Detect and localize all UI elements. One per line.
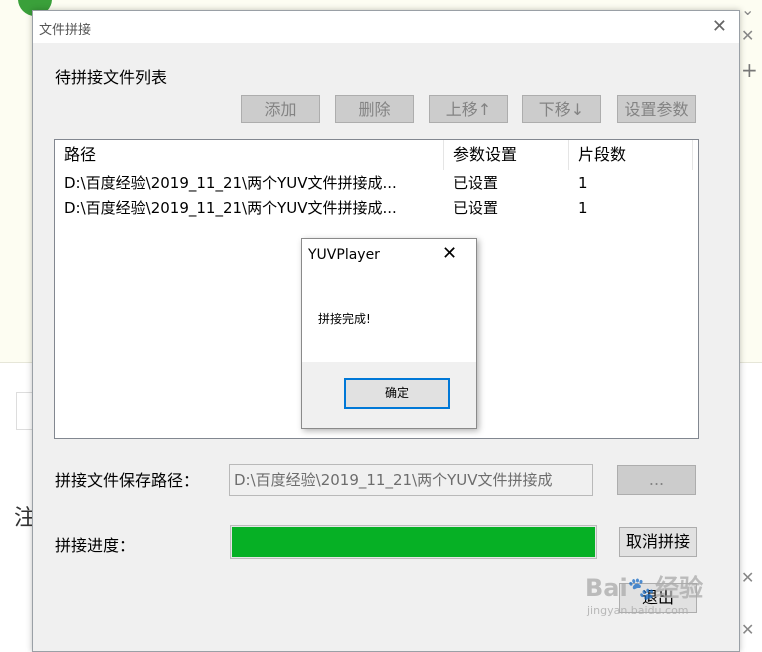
param-cell: 已设置 xyxy=(453,174,499,192)
completion-message-box: YUVPlayer ✕ 拼接完成! 确定 xyxy=(301,238,477,429)
close-icon[interactable]: ✕ xyxy=(442,243,457,264)
progress-bar-fill xyxy=(232,527,595,557)
join-progress-bar xyxy=(230,525,597,559)
table-row[interactable]: D:\百度经验\2019_11_21\两个YUV文件拼接成... 已设置 1 xyxy=(55,171,698,196)
path-cell: D:\百度经验\2019_11_21\两个YUV文件拼接成... xyxy=(64,174,397,192)
chevron-down-icon[interactable]: ⌄ xyxy=(741,0,754,19)
segments-cell: 1 xyxy=(578,174,588,192)
close-icon[interactable]: ✕ xyxy=(741,620,754,639)
close-icon[interactable]: ✕ xyxy=(741,568,754,587)
baidu-watermark-logo: Bai🐾经验 xyxy=(585,568,703,603)
table-row[interactable]: D:\百度经验\2019_11_21\两个YUV文件拼接成... 已设置 1 xyxy=(55,196,698,221)
column-header-path[interactable]: 路径 xyxy=(55,140,444,170)
message-box-title: YUVPlayer xyxy=(308,247,380,263)
message-box-footer: 确定 xyxy=(302,362,476,428)
path-cell: D:\百度经验\2019_11_21\两个YUV文件拼接成... xyxy=(64,199,397,217)
save-path-field[interactable]: D:\百度经验\2019_11_21\两个YUV文件拼接成 xyxy=(229,464,593,496)
dialog-titlebar: 文件拼接 ✕ xyxy=(33,11,739,43)
ok-button[interactable]: 确定 xyxy=(344,378,450,409)
plus-icon[interactable]: + xyxy=(741,58,758,82)
watermark-text: Bai xyxy=(585,574,628,602)
column-header-segments[interactable]: 片段数 xyxy=(569,140,693,170)
cancel-join-button[interactable]: 取消拼接 xyxy=(619,527,697,557)
table-header: 路径 参数设置 片段数 xyxy=(55,140,698,170)
message-text: 拼接完成! xyxy=(318,312,371,326)
save-path-label: 拼接文件保存路径： xyxy=(55,471,200,490)
move-down-button[interactable]: 下移↓ xyxy=(522,95,601,123)
add-button[interactable]: 添加 xyxy=(241,95,320,123)
delete-button[interactable]: 删除 xyxy=(335,95,414,123)
paw-icon: 🐾 xyxy=(627,577,656,602)
progress-label: 拼接进度： xyxy=(55,536,136,555)
close-icon[interactable]: ✕ xyxy=(741,26,754,45)
watermark-url: jingyan.baidu.com xyxy=(587,604,689,617)
watermark-cn-text: 经验 xyxy=(655,574,704,602)
file-list-label: 待拼接文件列表 xyxy=(55,68,168,87)
set-params-button[interactable]: 设置参数 xyxy=(617,95,696,123)
close-icon[interactable]: ✕ xyxy=(712,16,727,37)
browse-button[interactable]: ... xyxy=(617,465,696,495)
segments-cell: 1 xyxy=(578,199,588,217)
column-header-params[interactable]: 参数设置 xyxy=(444,140,569,170)
dialog-title: 文件拼接 xyxy=(39,23,92,38)
param-cell: 已设置 xyxy=(453,199,499,217)
move-up-button[interactable]: 上移↑ xyxy=(429,95,508,123)
